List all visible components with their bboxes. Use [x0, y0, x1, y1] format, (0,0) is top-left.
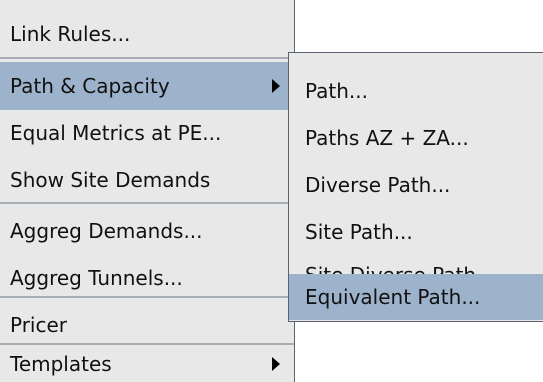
- chevron-right-icon: [272, 79, 280, 93]
- menu-separator: [0, 57, 294, 59]
- menu-item-label: Templates: [10, 352, 112, 376]
- main-context-menu: Link Rules... Path & Capacity Equal Metr…: [0, 0, 295, 382]
- menu-separator: [0, 202, 294, 204]
- menu-item-label: Equal Metrics at PE...: [10, 121, 222, 145]
- submenu-item-paths-az-za[interactable]: Paths AZ + ZA...: [289, 114, 543, 162]
- menu-item-path-capacity[interactable]: Path & Capacity: [0, 62, 294, 110]
- submenu-item-diverse-path[interactable]: Diverse Path...: [289, 161, 543, 209]
- menu-item-label: Site Path...: [305, 220, 413, 244]
- context-menu-stage: Link Rules... Path & Capacity Equal Metr…: [0, 0, 543, 382]
- menu-item-equal-metrics[interactable]: Equal Metrics at PE...: [0, 109, 294, 157]
- menu-separator: [0, 296, 294, 298]
- menu-item-label: Aggreg Demands...: [10, 219, 203, 243]
- submenu-item-site-path[interactable]: Site Path...: [289, 208, 543, 256]
- menu-item-show-site-demands[interactable]: Show Site Demands: [0, 156, 294, 204]
- path-capacity-submenu: Path... Paths AZ + ZA... Diverse Path...…: [288, 52, 543, 322]
- menu-item-label: Aggreg Tunnels...: [10, 266, 183, 290]
- menu-item-aggreg-tunnels[interactable]: Aggreg Tunnels...: [0, 254, 294, 302]
- menu-item-aggreg-demands[interactable]: Aggreg Demands...: [0, 207, 294, 255]
- submenu-item-path[interactable]: Path...: [289, 67, 543, 115]
- menu-item-link-rules[interactable]: Link Rules...: [0, 10, 294, 58]
- menu-item-label: Pricer: [10, 313, 68, 337]
- menu-item-label: Diverse Path...: [305, 173, 451, 197]
- submenu-item-equivalent-path[interactable]: Equivalent Path...: [289, 274, 543, 320]
- menu-item-label: Link Rules...: [10, 22, 131, 46]
- menu-item-templates[interactable]: Templates: [0, 340, 294, 382]
- chevron-right-icon: [272, 357, 280, 371]
- menu-item-label: Paths AZ + ZA...: [305, 126, 469, 150]
- menu-item-label: Show Site Demands: [10, 168, 211, 192]
- menu-item-label: Equivalent Path...: [305, 285, 481, 309]
- menu-item-label: Path...: [305, 79, 369, 103]
- menu-item-label: Path & Capacity: [10, 74, 170, 98]
